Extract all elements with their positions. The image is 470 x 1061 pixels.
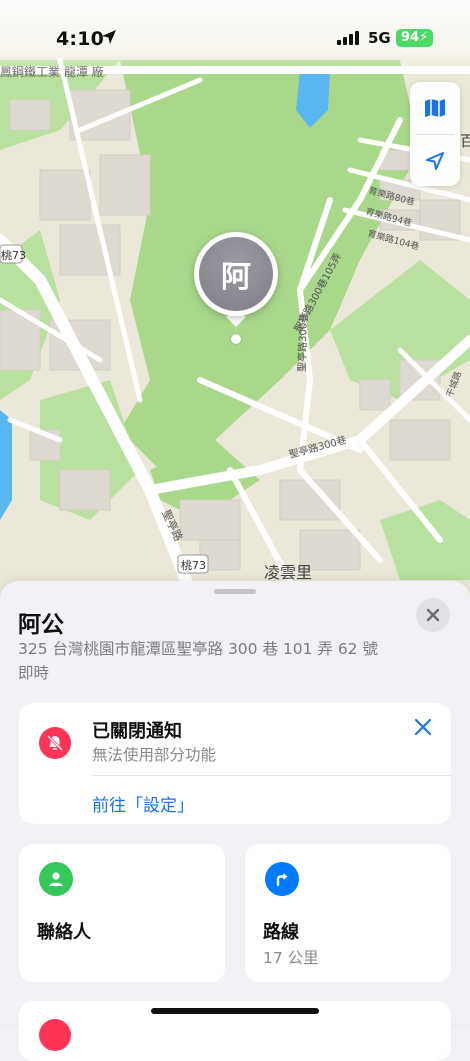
go-to-settings-link[interactable]: 前往「設定」 <box>92 791 194 816</box>
person-detail-sheet: 阿公 325 台灣桃園市龍潭區聖亭路 300 巷 101 弄 62 號 即時 已… <box>0 581 470 1061</box>
home-indicator[interactable] <box>151 1008 319 1014</box>
battery-indicator: 94⚡ <box>396 29 434 47</box>
divider <box>92 775 451 776</box>
route-shield-a: 桃73 <box>0 244 26 264</box>
notification-title: 已關閉通知 <box>92 721 182 742</box>
pin-initial: 阿 <box>199 237 273 311</box>
sheet-grabber[interactable] <box>214 589 256 594</box>
status-time: 4:10 <box>56 28 105 50</box>
notification-subtitle: 無法使用部分功能 <box>92 746 217 764</box>
current-location-button[interactable] <box>410 135 460 187</box>
location-updated: 即時 <box>18 664 50 682</box>
contact-label: 聯絡人 <box>37 922 91 943</box>
location-dot <box>231 334 241 344</box>
location-arrow-outline-icon <box>426 152 444 170</box>
person-pin[interactable]: 阿 <box>194 232 280 327</box>
notifications-off-card: 已關閉通知 無法使用部分功能 前往「設定」 <box>19 703 451 824</box>
svg-text:桃73: 桃73 <box>1 248 26 262</box>
person-address: 325 台灣桃園市龍潭區聖亭路 300 巷 101 弄 62 號 <box>18 640 378 658</box>
contact-card[interactable]: 聯絡人 <box>19 844 225 982</box>
svg-text:桃73: 桃73 <box>181 558 206 572</box>
bell-slash-icon <box>39 727 71 759</box>
network-type: 5G <box>368 29 391 47</box>
route-shield-b: 桃73 <box>177 554 209 574</box>
status-bar: 4:10 5G 94⚡ <box>0 0 470 72</box>
signal-strength-icon <box>337 31 359 45</box>
directions-label: 路線 <box>263 922 299 943</box>
close-icon <box>426 608 440 622</box>
directions-arrow-icon <box>265 862 299 896</box>
map-controls <box>410 82 460 186</box>
map-label-edge: 百 <box>460 132 470 150</box>
dismiss-notification-button[interactable] <box>411 715 435 739</box>
charging-bolt-icon: ⚡ <box>419 30 429 45</box>
battery-level: 94 <box>401 30 420 45</box>
map-mode-button[interactable] <box>410 82 460 134</box>
map-label-district: 凌雲里 <box>264 563 312 582</box>
directions-card[interactable]: 路線 17 公里 <box>245 844 451 982</box>
map-icon <box>425 99 445 117</box>
close-button[interactable] <box>416 598 450 632</box>
person-icon <box>39 862 73 896</box>
directions-distance: 17 公里 <box>263 949 319 967</box>
location-arrow-icon <box>102 30 116 44</box>
person-name: 阿公 <box>18 612 64 638</box>
